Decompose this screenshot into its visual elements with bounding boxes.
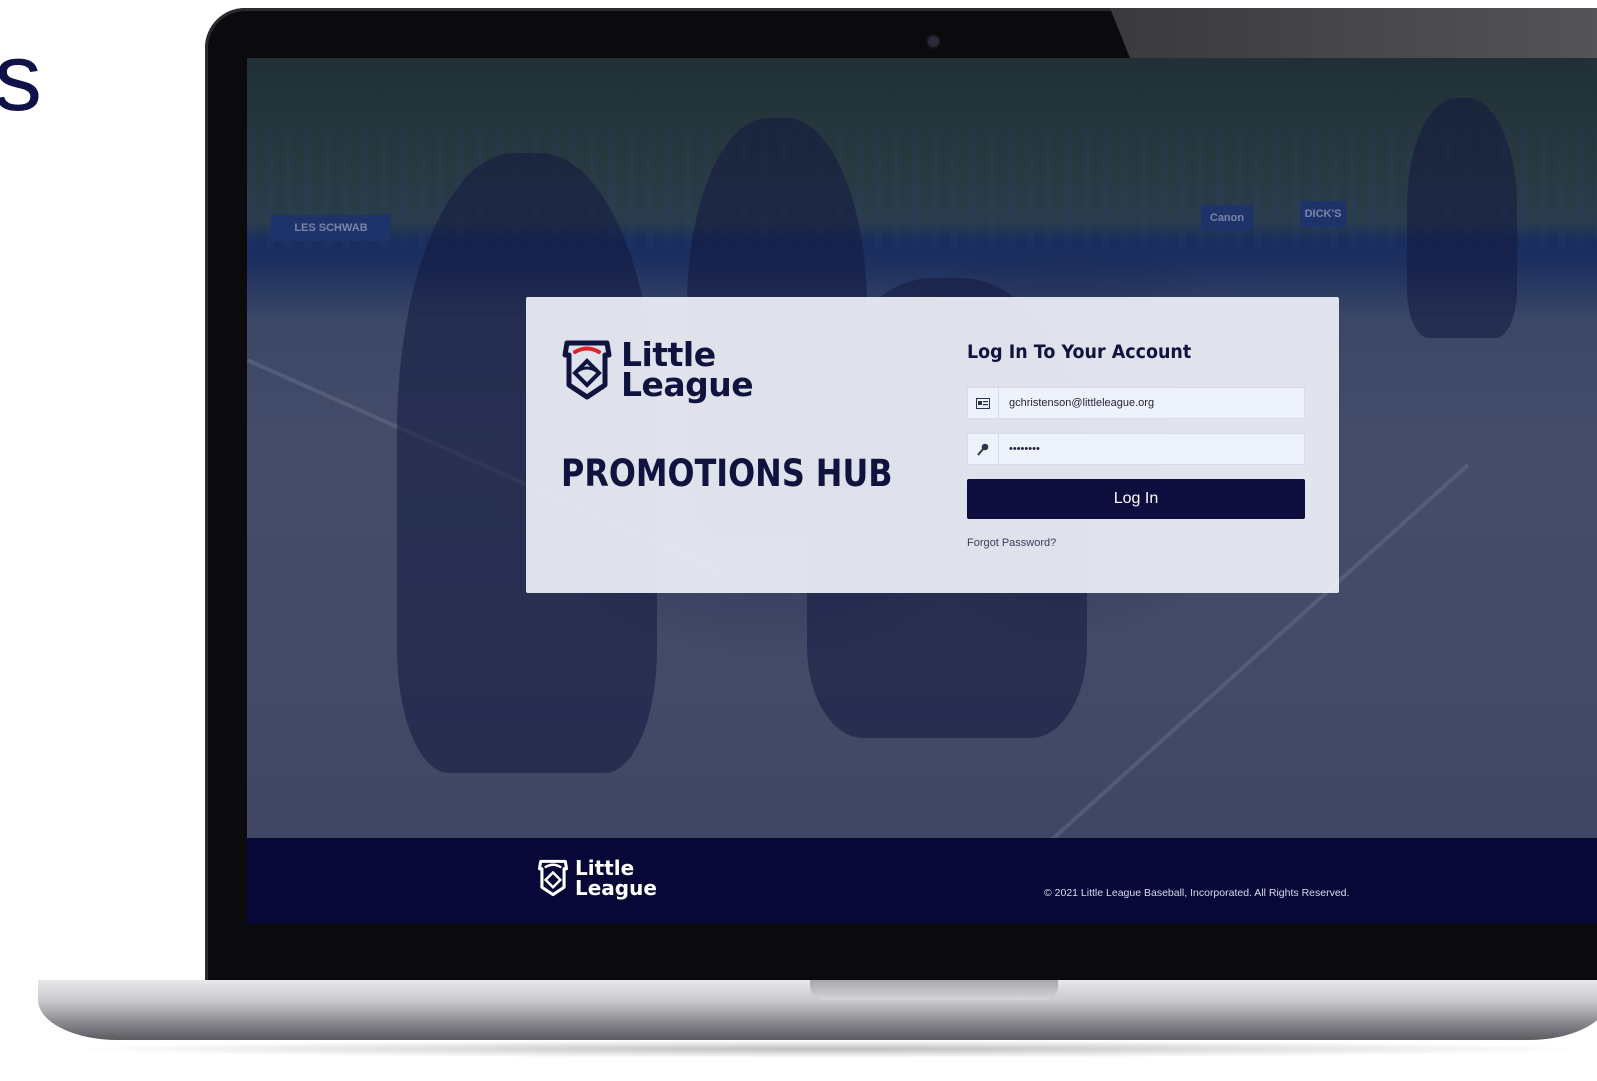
laptop-screen: LES SCHWAB Canon DICK'S Little League PR… [247,58,1597,924]
login-heading: Log In To Your Account [967,341,1192,363]
copyright-text: © 2021 Little League Baseball, Incorpora… [1044,887,1350,899]
forgot-password-link[interactable]: Forgot Password? [967,537,1056,549]
webcam [928,36,939,47]
password-input[interactable] [999,434,1304,464]
keystone-icon [562,340,612,400]
id-card-icon [968,388,999,418]
keystone-icon [537,859,569,897]
slide-heading-fragment: s [0,24,42,131]
login-button[interactable]: Log In [967,479,1305,519]
brand-name-line2: League [621,365,754,404]
promotions-hub-title: PROMOTIONS HUB [561,452,893,495]
footer: Little League © 2021 Little League Baseb… [247,838,1597,924]
laptop-hinge-notch [810,980,1058,1000]
login-card: Little League PROMOTIONS HUB Log In To Y… [526,297,1339,593]
laptop-shadow [60,1040,1597,1058]
email-field[interactable] [967,387,1305,419]
password-field[interactable] [967,433,1305,465]
footer-logo[interactable]: Little League [537,858,657,898]
key-icon [968,434,999,464]
lid-reflection [1110,8,1597,60]
email-input[interactable] [999,388,1304,418]
footer-brand-line1: Little [575,856,635,880]
little-league-logo: Little League [561,338,754,404]
footer-brand-line2: League [575,876,657,900]
